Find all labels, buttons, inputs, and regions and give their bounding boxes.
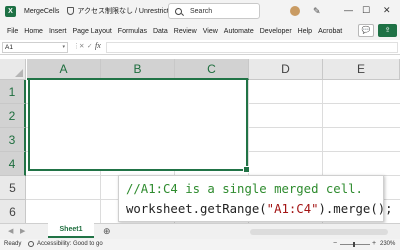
comment-icon: 💬: [361, 27, 371, 34]
sheet-tab-bar: ◀ ▶ Sheet1 ⊕: [0, 223, 400, 239]
formula-input[interactable]: [106, 42, 398, 53]
row-header-1[interactable]: 1: [0, 80, 26, 104]
avatar[interactable]: [290, 6, 300, 16]
horizontal-scrollbar[interactable]: [250, 229, 388, 235]
share-icon: ⇪: [384, 27, 391, 34]
tab-developer[interactable]: Developer: [257, 28, 295, 35]
search-placeholder: Search: [190, 7, 213, 15]
tab-home[interactable]: Home: [21, 28, 46, 35]
title-bar: X MergeCells アクセス制限なし / Unrestricted ⌄ S…: [0, 0, 400, 22]
column-header-c[interactable]: C: [175, 59, 249, 80]
code-call-suffix: ).merge();: [318, 202, 393, 216]
sheet-tab-sheet1[interactable]: Sheet1: [48, 223, 94, 238]
enter-icon[interactable]: ✓: [87, 42, 92, 50]
column-header-e[interactable]: E: [323, 59, 400, 80]
row-header-2[interactable]: 2: [0, 104, 26, 128]
zoom-slider[interactable]: [340, 244, 370, 245]
tab-review[interactable]: Review: [171, 28, 200, 35]
document-title: MergeCells: [24, 7, 60, 15]
tab-help[interactable]: Help: [295, 28, 315, 35]
insert-function-button[interactable]: fx: [95, 41, 101, 50]
accessibility-icon: [28, 241, 34, 247]
tab-data[interactable]: Data: [150, 28, 171, 35]
name-box[interactable]: A1 ▾: [2, 42, 68, 53]
name-box-value: A1: [5, 44, 13, 51]
minimize-button[interactable]: —: [344, 4, 353, 16]
status-ready: Ready: [4, 241, 22, 247]
close-button[interactable]: ✕: [383, 4, 391, 16]
excel-app-icon[interactable]: X: [5, 5, 16, 17]
ribbon-tabs: File Home Insert Page Layout Formulas Da…: [0, 22, 400, 40]
previous-sheet-icon[interactable]: ◀: [8, 227, 13, 235]
code-call-prefix: worksheet.getRange(: [126, 202, 267, 216]
tab-insert[interactable]: Insert: [46, 28, 70, 35]
cancel-icon[interactable]: ✕: [79, 42, 84, 50]
zoom-in-button[interactable]: +: [372, 240, 376, 247]
sensitivity-label[interactable]: アクセス制限なし / Unrestricted: [77, 6, 176, 16]
tab-file[interactable]: File: [4, 28, 21, 35]
comments-button[interactable]: 💬: [358, 24, 374, 37]
column-header-b[interactable]: B: [101, 59, 175, 80]
zoom-out-button[interactable]: −: [333, 240, 337, 247]
row-header-6[interactable]: 6: [0, 200, 26, 223]
merged-cell-a1-c4[interactable]: [28, 78, 250, 173]
zoom-slider-thumb[interactable]: [353, 242, 355, 247]
pen-icon[interactable]: ✎: [313, 6, 323, 16]
next-sheet-icon[interactable]: ▶: [20, 227, 25, 235]
search-input[interactable]: Search: [168, 3, 260, 19]
add-sheet-icon[interactable]: ⊕: [103, 226, 111, 236]
row-header-3[interactable]: 3: [0, 128, 26, 152]
tab-view[interactable]: View: [200, 28, 221, 35]
share-button[interactable]: ⇪: [378, 24, 397, 37]
tab-automate[interactable]: Automate: [221, 28, 257, 35]
search-icon: [175, 7, 182, 15]
code-snippet: //A1:C4 is a single merged cell. workshe…: [118, 175, 393, 222]
row-header-5[interactable]: 5: [0, 176, 26, 200]
code-string-literal: "A1:C4": [266, 202, 319, 216]
zoom-level[interactable]: 230%: [380, 241, 395, 247]
tab-formulas[interactable]: Formulas: [115, 28, 150, 35]
tab-acrobat[interactable]: Acrobat: [315, 28, 345, 35]
status-bar: Ready Accessibility: Good to go − + 230%: [0, 239, 400, 250]
row-header-4[interactable]: 4: [0, 152, 26, 176]
code-comment: //A1:C4 is a single merged cell.: [126, 182, 363, 196]
column-header-a[interactable]: A: [27, 59, 101, 80]
maximize-button[interactable]: ☐: [362, 4, 370, 16]
formula-bar: A1 ▾ ⋮ ✕ ✓ fx: [0, 40, 400, 55]
chevron-down-icon[interactable]: ▾: [62, 43, 65, 52]
select-all-button[interactable]: [0, 59, 26, 80]
tab-page-layout[interactable]: Page Layout: [69, 28, 114, 35]
accessibility-status[interactable]: Accessibility: Good to go: [37, 241, 103, 247]
shield-icon: [67, 7, 75, 15]
column-header-d[interactable]: D: [249, 59, 323, 80]
